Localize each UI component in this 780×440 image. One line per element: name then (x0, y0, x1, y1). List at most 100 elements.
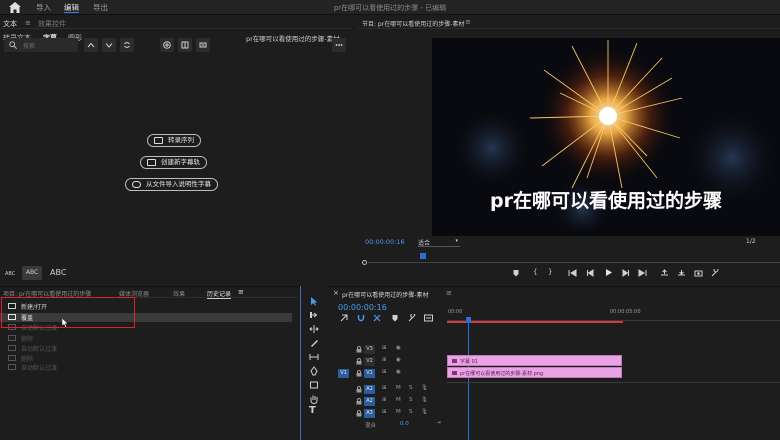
lift-icon[interactable] (660, 269, 669, 277)
razor-tool-icon[interactable] (309, 338, 319, 348)
source-patch-v1[interactable]: V1 (338, 369, 349, 378)
sync-lock-icon[interactable]: ⊞ (382, 409, 387, 415)
menubar: 导入 编辑 导出 pr在哪可以看使用过的步骤 - 已编辑 (0, 0, 780, 15)
lock-icon[interactable] (356, 346, 362, 353)
sync-lock-icon[interactable]: ⊞ (382, 357, 387, 363)
slip-tool-icon[interactable] (309, 352, 319, 362)
eye-icon[interactable]: ◉ (396, 369, 401, 375)
sync-lock-icon[interactable]: ⊞ (382, 397, 387, 403)
step-back-icon[interactable] (586, 269, 595, 277)
settings-wrench-icon[interactable] (711, 269, 720, 277)
lock-icon[interactable] (356, 386, 362, 393)
add-caption-button[interactable] (160, 38, 174, 52)
timeline-timecode[interactable]: 00:00:00:16 (338, 303, 387, 312)
panel-menu-icon[interactable]: ≡ (238, 288, 244, 296)
snap-icon[interactable] (357, 314, 365, 322)
lock-icon[interactable] (356, 370, 362, 377)
create-caption-track-button[interactable]: 创建新字幕轨 (140, 156, 207, 169)
more-options-icon[interactable] (332, 38, 346, 52)
add-marker-icon[interactable] (512, 269, 520, 277)
caption-clip[interactable]: 字幕 01 (447, 355, 622, 366)
clip-fx-icon (452, 359, 457, 363)
go-to-end-icon[interactable]: ⇥ (436, 420, 441, 426)
caption-track-options-icon[interactable] (424, 314, 433, 322)
microphone-icon[interactable]: 🎙 (421, 409, 428, 415)
history-item[interactable]: 自动默认过渡 (0, 363, 292, 372)
caption-style-small[interactable]: ABC (5, 271, 15, 277)
resolution-select[interactable]: 1/2 (746, 238, 756, 245)
document-title: pr在哪可以看使用过的步骤 - 已编辑 (333, 4, 447, 12)
history-item[interactable]: 自动默认过渡 (0, 344, 292, 353)
panel-menu-icon[interactable]: ≡ (446, 289, 452, 297)
fit-select[interactable]: 适合 ▾ (418, 238, 460, 247)
prev-caption-button[interactable] (84, 38, 98, 52)
import-captions-button[interactable]: 从文件导入说明性字幕 (125, 178, 218, 191)
timeline-marker-icon[interactable] (391, 314, 399, 322)
split-caption-button[interactable] (178, 38, 192, 52)
track-label-v2[interactable]: V2 (364, 357, 375, 366)
track-label-v3[interactable]: V3 (364, 345, 375, 354)
track-label-a2[interactable]: A2 (364, 397, 375, 406)
step-forward-icon[interactable] (621, 269, 630, 277)
track-label-a3[interactable]: A3 (364, 409, 375, 418)
track-select-tool-icon[interactable] (309, 310, 319, 320)
go-to-in-icon[interactable] (568, 269, 577, 277)
hand-tool-icon[interactable] (309, 394, 319, 404)
history-item[interactable]: 删除 (0, 334, 292, 343)
cc-icon (147, 159, 156, 166)
sync-lock-icon[interactable]: ⊞ (382, 345, 387, 351)
panel-menu-icon[interactable]: ≡ (25, 19, 31, 27)
program-scrubber[interactable] (362, 253, 780, 265)
program-timecode[interactable]: 00:00:00:16 (365, 238, 405, 246)
merge-caption-button[interactable] (196, 38, 210, 52)
microphone-icon[interactable]: 🎙 (421, 385, 428, 391)
eye-icon[interactable]: ◉ (396, 345, 401, 351)
history-item[interactable]: 删除 (0, 354, 292, 363)
sync-lock-icon[interactable]: ⊞ (382, 369, 387, 375)
microphone-icon[interactable]: 🎙 (421, 397, 428, 403)
lock-icon[interactable] (356, 358, 362, 365)
pen-tool-icon[interactable] (309, 366, 319, 376)
type-tool-icon[interactable]: T (309, 406, 319, 416)
lock-icon[interactable] (356, 398, 362, 405)
eye-icon[interactable]: ◉ (396, 357, 401, 363)
solo-button[interactable]: S (409, 409, 413, 415)
mark-in-icon[interactable]: { (533, 268, 537, 276)
nest-icon[interactable] (340, 314, 348, 322)
image-clip[interactable]: pr在哪可以看使用过的步骤-素材.png (447, 367, 622, 378)
solo-button[interactable]: S (409, 397, 413, 403)
linked-selection-icon[interactable] (373, 314, 381, 322)
replace-button[interactable] (120, 38, 134, 52)
caption-style-large[interactable]: ABC (50, 268, 66, 277)
track-label-a1[interactable]: A1 (364, 385, 375, 394)
transcribe-icon (154, 137, 163, 144)
lock-icon[interactable] (356, 410, 362, 417)
transcribe-sequence-button[interactable]: 转录序列 (147, 134, 201, 147)
search-input[interactable]: 搜索 (4, 38, 78, 52)
video-frame[interactable]: pr在哪可以看使用过的步骤 (432, 38, 780, 236)
export-frame-icon[interactable] (694, 269, 703, 277)
go-to-out-icon[interactable] (638, 269, 647, 277)
panel-menu-icon[interactable]: ≡ (465, 18, 471, 26)
close-icon[interactable]: × (333, 289, 339, 297)
track-label-v1[interactable]: V1 (364, 369, 375, 378)
mute-button[interactable]: M (396, 397, 401, 403)
mute-button[interactable]: M (396, 385, 401, 391)
timeline-settings-icon[interactable] (408, 314, 416, 322)
mark-out-icon[interactable]: } (548, 268, 552, 276)
selection-tool-icon[interactable] (309, 296, 319, 306)
master-volume[interactable]: 0.0 (400, 421, 409, 427)
extract-icon[interactable] (677, 269, 686, 277)
ripple-edit-tool-icon[interactable] (309, 324, 319, 334)
ruler-5s: 00:00:05:00 (610, 309, 641, 315)
sync-lock-icon[interactable]: ⊞ (382, 385, 387, 391)
solo-button[interactable]: S (409, 385, 413, 391)
rectangle-tool-icon[interactable] (309, 380, 319, 390)
program-monitor-title: 节目: pr在哪可以看使用过的步骤-素材 (362, 21, 465, 28)
work-area-bar[interactable] (447, 321, 623, 323)
mute-button[interactable]: M (396, 409, 401, 415)
sequence-tab[interactable]: pr在哪可以看使用过的步骤-素材 (342, 290, 428, 299)
next-caption-button[interactable] (102, 38, 116, 52)
caption-style-medium[interactable]: ABC (22, 266, 42, 280)
play-icon[interactable] (604, 268, 613, 277)
